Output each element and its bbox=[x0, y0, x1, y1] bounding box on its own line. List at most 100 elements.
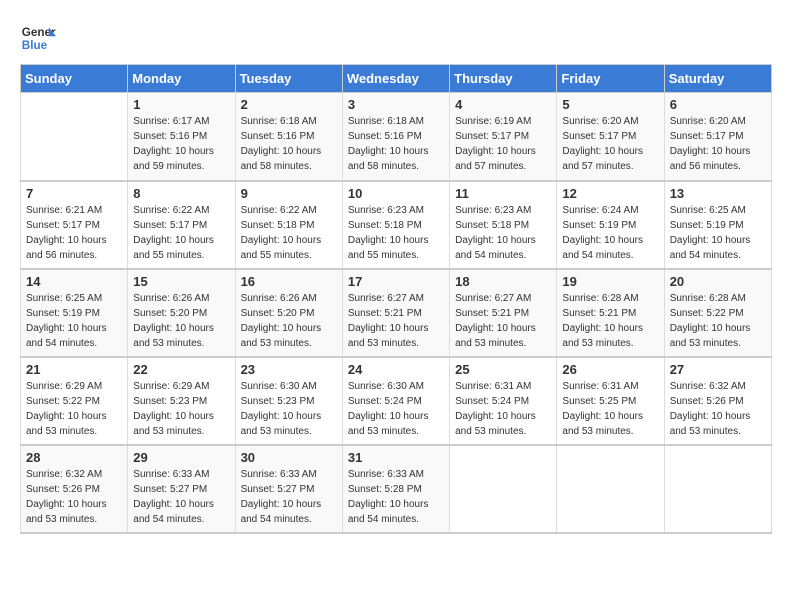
calendar-cell: 16Sunrise: 6:26 AM Sunset: 5:20 PM Dayli… bbox=[235, 269, 342, 357]
day-info: Sunrise: 6:31 AM Sunset: 5:24 PM Dayligh… bbox=[455, 379, 551, 439]
svg-text:Blue: Blue bbox=[22, 39, 48, 52]
calendar-cell: 26Sunrise: 6:31 AM Sunset: 5:25 PM Dayli… bbox=[557, 357, 664, 445]
day-number: 9 bbox=[241, 186, 337, 201]
day-info: Sunrise: 6:19 AM Sunset: 5:17 PM Dayligh… bbox=[455, 114, 551, 174]
day-info: Sunrise: 6:25 AM Sunset: 5:19 PM Dayligh… bbox=[26, 291, 122, 351]
calendar-cell: 24 Sunrise: 6:30 AM Sunset: 5:24 PM Dayli… bbox=[342, 357, 449, 445]
calendar-cell bbox=[664, 445, 771, 533]
day-number: 25 bbox=[455, 362, 551, 377]
calendar-cell bbox=[557, 445, 664, 533]
logo: General Blue bbox=[20, 20, 60, 56]
calendar-cell: 31 Sunrise: 6:33 AM Sunset: 5:28 PM Dayli… bbox=[342, 445, 449, 533]
day-info: Sunrise: 6:28 AM Sunset: 5:21 PM Dayligh… bbox=[562, 291, 658, 351]
calendar-cell: 23 Sunrise: 6:30 AM Sunset: 5:23 PM Dayli… bbox=[235, 357, 342, 445]
day-info: Sunrise: 6:21 AM Sunset: 5:17 PM Dayligh… bbox=[26, 203, 122, 263]
day-number: 12 bbox=[562, 186, 658, 201]
day-number: 3 bbox=[348, 97, 444, 112]
calendar-cell: 9 Sunrise: 6:22 AM Sunset: 5:18 PM Daylig… bbox=[235, 181, 342, 269]
day-number: 21 bbox=[26, 362, 122, 377]
day-info: Sunrise: 6:28 AM Sunset: 5:22 PM Dayligh… bbox=[670, 291, 766, 351]
calendar-cell: 1 Sunrise: 6:17 AM Sunset: 5:16 PM Daylig… bbox=[128, 93, 235, 181]
weekday-header-thursday: Thursday bbox=[450, 65, 557, 93]
calendar-cell: 13 Sunrise: 6:25 AM Sunset: 5:19 PM Dayli… bbox=[664, 181, 771, 269]
day-number: 26 bbox=[562, 362, 658, 377]
day-number: 1 bbox=[133, 97, 229, 112]
day-number: 17 bbox=[348, 274, 444, 289]
calendar-cell: 28 Sunrise: 6:32 AM Sunset: 5:26 PM Dayli… bbox=[21, 445, 128, 533]
day-info: Sunrise: 6:30 AM Sunset: 5:24 PM Dayligh… bbox=[348, 379, 444, 439]
day-info: Sunrise: 6:25 AM Sunset: 5:19 PM Dayligh… bbox=[670, 203, 766, 263]
weekday-header-friday: Friday bbox=[557, 65, 664, 93]
day-info: Sunrise: 6:29 AM Sunset: 5:23 PM Dayligh… bbox=[133, 379, 229, 439]
calendar-cell bbox=[450, 445, 557, 533]
calendar-table: SundayMondayTuesdayWednesdayThursdayFrid… bbox=[20, 64, 772, 534]
day-info: Sunrise: 6:29 AM Sunset: 5:22 PM Dayligh… bbox=[26, 379, 122, 439]
calendar-cell: 30 Sunrise: 6:33 AM Sunset: 5:27 PM Dayli… bbox=[235, 445, 342, 533]
day-info: Sunrise: 6:18 AM Sunset: 5:16 PM Dayligh… bbox=[348, 114, 444, 174]
day-number: 22 bbox=[133, 362, 229, 377]
day-number: 31 bbox=[348, 450, 444, 465]
calendar-cell: 21 Sunrise: 6:29 AM Sunset: 5:22 PM Dayli… bbox=[21, 357, 128, 445]
calendar-cell: 25 Sunrise: 6:31 AM Sunset: 5:24 PM Dayli… bbox=[450, 357, 557, 445]
day-number: 5 bbox=[562, 97, 658, 112]
calendar-cell: 17 Sunrise: 6:27 AM Sunset: 5:21 PM Dayli… bbox=[342, 269, 449, 357]
day-info: Sunrise: 6:26 AM Sunset: 5:20 PM Dayligh… bbox=[133, 291, 229, 351]
day-info: Sunrise: 6:24 AM Sunset: 5:19 PM Dayligh… bbox=[562, 203, 658, 263]
day-info: Sunrise: 6:20 AM Sunset: 5:17 PM Dayligh… bbox=[670, 114, 766, 174]
day-number: 14 bbox=[26, 274, 122, 289]
day-number: 15 bbox=[133, 274, 229, 289]
calendar-cell: 19 Sunrise: 6:28 AM Sunset: 5:21 PM Dayli… bbox=[557, 269, 664, 357]
day-info: Sunrise: 6:33 AM Sunset: 5:27 PM Dayligh… bbox=[241, 467, 337, 527]
day-info: Sunrise: 6:33 AM Sunset: 5:28 PM Dayligh… bbox=[348, 467, 444, 527]
day-info: Sunrise: 6:22 AM Sunset: 5:18 PM Dayligh… bbox=[241, 203, 337, 263]
weekday-header-sunday: Sunday bbox=[21, 65, 128, 93]
calendar-cell: 14 Sunrise: 6:25 AM Sunset: 5:19 PM Dayli… bbox=[21, 269, 128, 357]
day-info: Sunrise: 6:20 AM Sunset: 5:17 PM Dayligh… bbox=[562, 114, 658, 174]
calendar-cell: 27 Sunrise: 6:32 AM Sunset: 5:26 PM Dayli… bbox=[664, 357, 771, 445]
calendar-cell: 18Sunrise: 6:27 AM Sunset: 5:21 PM Dayli… bbox=[450, 269, 557, 357]
calendar-cell: 12 Sunrise: 6:24 AM Sunset: 5:19 PM Dayli… bbox=[557, 181, 664, 269]
calendar-cell: 7 Sunrise: 6:21 AM Sunset: 5:17 PM Daylig… bbox=[21, 181, 128, 269]
day-info: Sunrise: 6:32 AM Sunset: 5:26 PM Dayligh… bbox=[26, 467, 122, 527]
day-number: 4 bbox=[455, 97, 551, 112]
day-number: 28 bbox=[26, 450, 122, 465]
calendar-cell: 2 Sunrise: 6:18 AM Sunset: 5:16 PM Daylig… bbox=[235, 93, 342, 181]
day-number: 2 bbox=[241, 97, 337, 112]
weekday-header-saturday: Saturday bbox=[664, 65, 771, 93]
day-number: 29 bbox=[133, 450, 229, 465]
day-number: 10 bbox=[348, 186, 444, 201]
calendar-cell bbox=[21, 93, 128, 181]
calendar-cell: 6 Sunrise: 6:20 AM Sunset: 5:17 PM Daylig… bbox=[664, 93, 771, 181]
calendar-cell: 10 Sunrise: 6:23 AM Sunset: 5:18 PM Dayli… bbox=[342, 181, 449, 269]
day-info: Sunrise: 6:17 AM Sunset: 5:16 PM Dayligh… bbox=[133, 114, 229, 174]
day-info: Sunrise: 6:26 AM Sunset: 5:20 PM Dayligh… bbox=[241, 291, 337, 351]
day-number: 27 bbox=[670, 362, 766, 377]
day-info: Sunrise: 6:22 AM Sunset: 5:17 PM Dayligh… bbox=[133, 203, 229, 263]
calendar-cell: 8 Sunrise: 6:22 AM Sunset: 5:17 PM Daylig… bbox=[128, 181, 235, 269]
day-number: 13 bbox=[670, 186, 766, 201]
weekday-header-tuesday: Tuesday bbox=[235, 65, 342, 93]
day-number: 6 bbox=[670, 97, 766, 112]
calendar-cell: 11Sunrise: 6:23 AM Sunset: 5:18 PM Dayli… bbox=[450, 181, 557, 269]
day-info: Sunrise: 6:23 AM Sunset: 5:18 PM Dayligh… bbox=[348, 203, 444, 263]
day-info: Sunrise: 6:23 AM Sunset: 5:18 PM Dayligh… bbox=[455, 203, 551, 263]
day-number: 23 bbox=[241, 362, 337, 377]
day-number: 30 bbox=[241, 450, 337, 465]
day-number: 24 bbox=[348, 362, 444, 377]
day-info: Sunrise: 6:27 AM Sunset: 5:21 PM Dayligh… bbox=[348, 291, 444, 351]
day-number: 20 bbox=[670, 274, 766, 289]
calendar-cell: 3 Sunrise: 6:18 AM Sunset: 5:16 PM Daylig… bbox=[342, 93, 449, 181]
calendar-cell: 15 Sunrise: 6:26 AM Sunset: 5:20 PM Dayli… bbox=[128, 269, 235, 357]
day-number: 19 bbox=[562, 274, 658, 289]
day-info: Sunrise: 6:18 AM Sunset: 5:16 PM Dayligh… bbox=[241, 114, 337, 174]
day-number: 7 bbox=[26, 186, 122, 201]
calendar-cell: 29 Sunrise: 6:33 AM Sunset: 5:27 PM Dayli… bbox=[128, 445, 235, 533]
day-info: Sunrise: 6:30 AM Sunset: 5:23 PM Dayligh… bbox=[241, 379, 337, 439]
calendar-cell: 4 Sunrise: 6:19 AM Sunset: 5:17 PM Daylig… bbox=[450, 93, 557, 181]
calendar-cell: 5 Sunrise: 6:20 AM Sunset: 5:17 PM Daylig… bbox=[557, 93, 664, 181]
calendar-cell: 20 Sunrise: 6:28 AM Sunset: 5:22 PM Dayli… bbox=[664, 269, 771, 357]
day-info: Sunrise: 6:33 AM Sunset: 5:27 PM Dayligh… bbox=[133, 467, 229, 527]
day-info: Sunrise: 6:32 AM Sunset: 5:26 PM Dayligh… bbox=[670, 379, 766, 439]
calendar-cell: 22 Sunrise: 6:29 AM Sunset: 5:23 PM Dayli… bbox=[128, 357, 235, 445]
day-number: 8 bbox=[133, 186, 229, 201]
